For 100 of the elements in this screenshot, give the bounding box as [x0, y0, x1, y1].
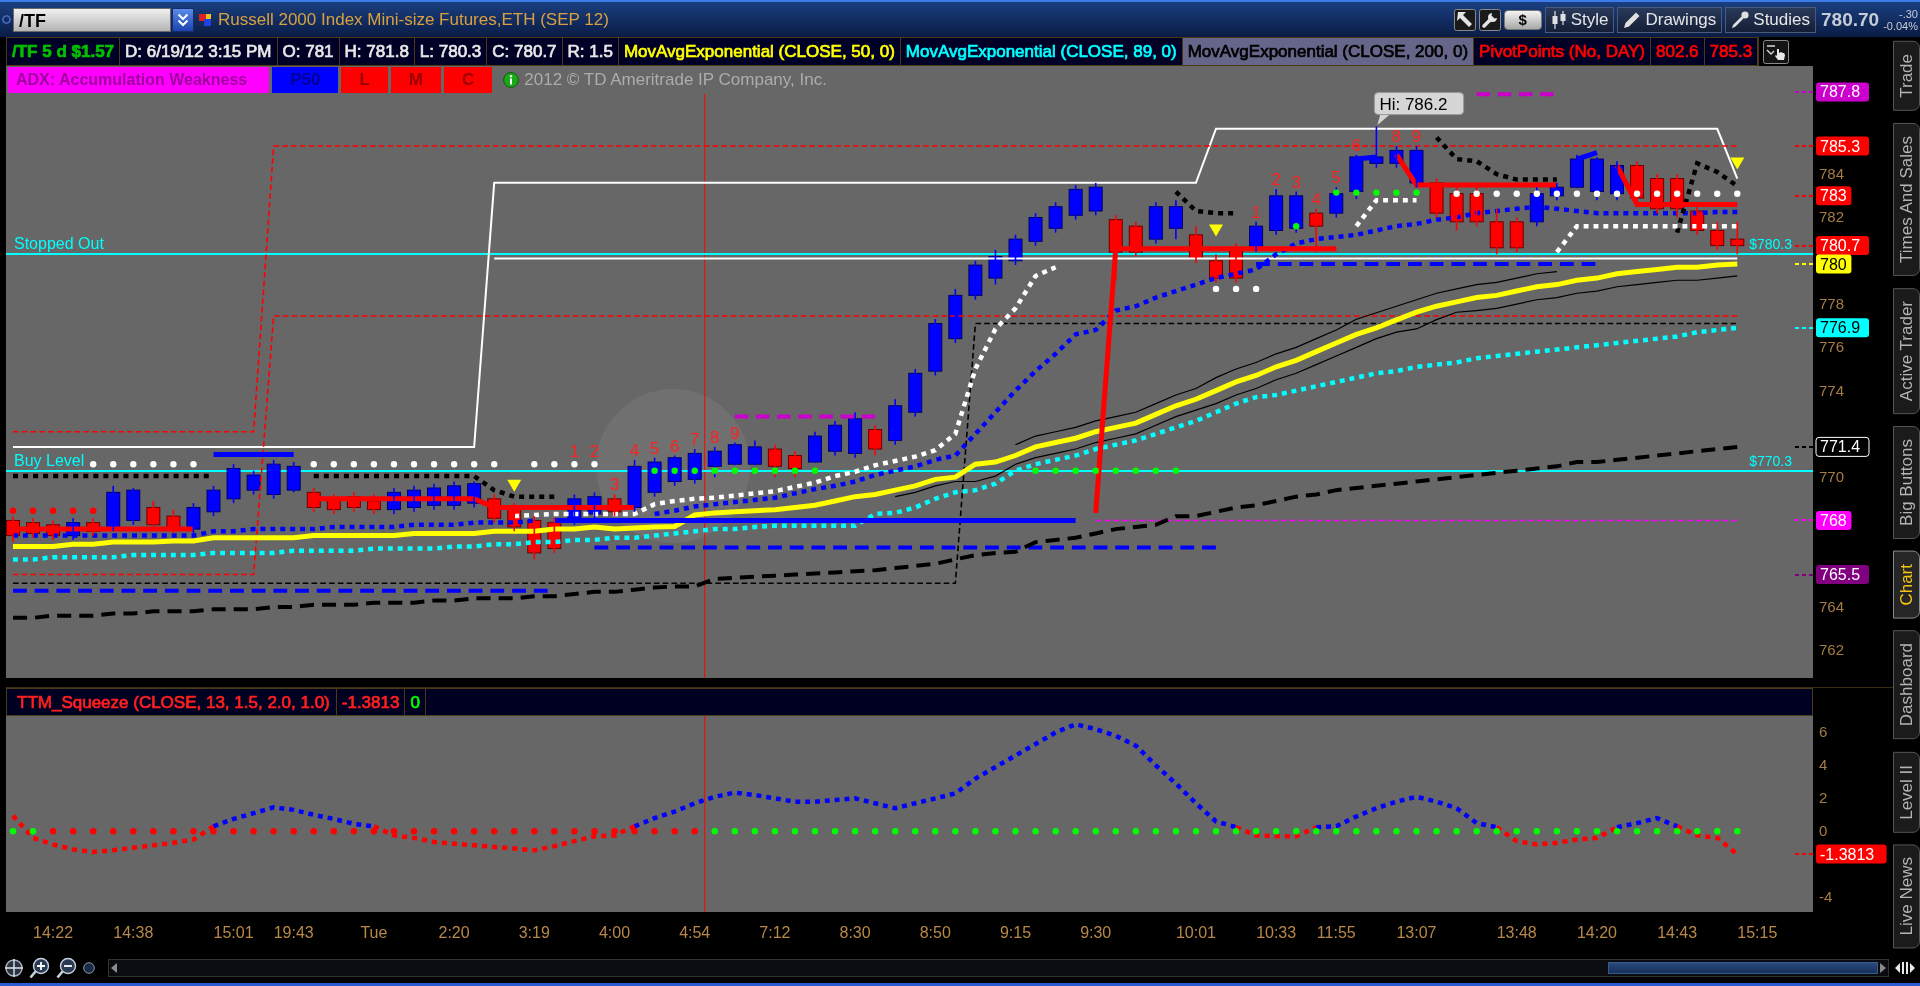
study-label: TTM_Squeeze (CLOSE, 13, 1.5, 2.0, 1.0) — [17, 692, 330, 712]
study-value: -1.3813 — [341, 692, 400, 712]
price-line — [1794, 853, 1814, 856]
squeeze-dot — [1413, 828, 1420, 835]
squeeze-dot — [531, 828, 538, 835]
squeeze-dot — [1272, 828, 1280, 835]
time-label: 10:01 — [1175, 924, 1216, 941]
squeeze-dot — [811, 828, 819, 835]
time-label: 14:43 — [1657, 924, 1698, 941]
time-label: 15:01 — [213, 924, 254, 941]
resize-icon[interactable] — [1894, 959, 1916, 976]
candle-wick — [12, 515, 14, 543]
squeeze-dot — [551, 828, 558, 835]
study-label: MovAvgExponential (CLOSE, 50, 0) — [623, 42, 895, 61]
squeeze-dot — [1553, 828, 1561, 835]
time-label: 13:07 — [1396, 924, 1437, 941]
hand-icon[interactable] — [1763, 39, 1790, 64]
side-tab[interactable]: Trade — [1893, 41, 1920, 111]
squeeze-dot — [1132, 828, 1139, 835]
wrench-icon[interactable] — [1478, 8, 1501, 31]
side-tab[interactable]: Live News — [1893, 844, 1920, 949]
scrollbar[interactable] — [108, 958, 1889, 977]
squeeze-dot — [390, 828, 398, 835]
squeeze-dot — [511, 828, 518, 835]
squeeze-dot — [1734, 828, 1741, 835]
price-value: L: 780.3 — [419, 42, 482, 61]
squeeze-dot — [1393, 828, 1400, 835]
squeeze-dot — [711, 828, 718, 835]
alert-label: ADX: Accumulation Weakness — [8, 67, 270, 93]
squeeze-dot — [1052, 828, 1059, 835]
axis-label: 762 — [1819, 641, 1845, 659]
squeeze-dot — [250, 828, 257, 835]
currency-button[interactable]: $ — [1503, 9, 1542, 30]
side-tab[interactable]: Level II — [1893, 751, 1920, 833]
scroll-left-icon[interactable] — [109, 961, 119, 974]
squeeze-dot — [932, 828, 939, 835]
squeeze-dot — [1673, 828, 1681, 835]
side-tab[interactable]: Chart — [1893, 550, 1920, 619]
squeeze-dot — [1453, 828, 1460, 835]
squeeze-dot — [1252, 828, 1260, 835]
squeeze-dot — [130, 828, 137, 835]
squeeze-dot — [9, 828, 17, 835]
squeeze-dot — [470, 828, 478, 835]
axis-label: 6 — [1819, 723, 1828, 741]
squeeze-dot — [1473, 828, 1480, 835]
squeeze-dot — [751, 828, 759, 835]
price-value: 802.6 — [1656, 42, 1699, 61]
info-icon[interactable] — [503, 72, 520, 88]
time-label: 7:12 — [759, 924, 791, 941]
squeeze-dot — [1192, 828, 1200, 835]
caret-icon — [177, 12, 189, 27]
squeeze-dot — [1433, 828, 1440, 835]
squeeze-dot — [1373, 828, 1380, 835]
side-tab[interactable]: Dashboard — [1893, 630, 1920, 740]
squeeze-dot — [851, 828, 859, 835]
price-value: O: 781 — [282, 42, 334, 61]
zoom-out-icon[interactable] — [56, 956, 78, 979]
squeeze-dot — [1653, 828, 1661, 835]
squeeze-dot — [49, 828, 57, 835]
scrollbar-thumb[interactable] — [1608, 961, 1878, 974]
squeeze-dot — [370, 828, 378, 835]
crosshair-icon[interactable] — [4, 957, 24, 978]
cursor-icon[interactable] — [1453, 8, 1476, 31]
dot-icon[interactable] — [83, 961, 95, 974]
squeeze-dot — [831, 828, 839, 835]
drawings-button[interactable]: Drawings — [1617, 6, 1723, 33]
squeeze-dot — [1593, 828, 1601, 835]
squeeze-dot — [310, 828, 317, 835]
squeeze-dot — [591, 828, 598, 835]
side-tab[interactable]: Active Trader — [1893, 287, 1920, 414]
style-button[interactable]: Style — [1544, 6, 1615, 33]
squeeze-dot — [1032, 828, 1039, 835]
squeeze-dot — [1112, 828, 1119, 835]
price-value: C: 780.7 — [492, 42, 557, 61]
window-title: Russell 2000 Index Mini-size Futures,ETH (SEP 12) — [218, 9, 609, 30]
side-tab[interactable]: Big Buttons — [1893, 425, 1920, 539]
net-change: -.30 — [1899, 7, 1918, 20]
studies-button[interactable]: Studies — [1725, 6, 1816, 33]
side-tab[interactable]: Times And Sales — [1893, 122, 1920, 276]
squeeze-dot — [450, 828, 458, 835]
symbol-field[interactable]: /TF — [13, 7, 171, 32]
time-label: Tue — [360, 924, 388, 941]
squeeze-dot — [731, 828, 738, 835]
color-squares-icon[interactable] — [199, 13, 211, 26]
squeeze-dot — [691, 828, 698, 835]
squeeze-dot — [270, 828, 277, 835]
squeeze-dot — [651, 828, 658, 835]
time-label: 10:33 — [1256, 924, 1297, 941]
time-label: 4:00 — [598, 924, 631, 941]
squeeze-dot — [972, 828, 979, 835]
squeeze-dot — [992, 828, 999, 835]
zoom-in-icon[interactable] — [29, 956, 51, 979]
squeeze-dot — [110, 828, 117, 835]
ring-icon[interactable] — [2, 15, 11, 24]
dropdown-button[interactable] — [172, 7, 194, 32]
candlestick-icon — [1550, 10, 1567, 29]
time-label: 8:30 — [839, 924, 871, 941]
time-label: 4:54 — [679, 924, 711, 941]
squeeze-dot — [1232, 828, 1240, 835]
squeeze-dot — [491, 828, 498, 835]
